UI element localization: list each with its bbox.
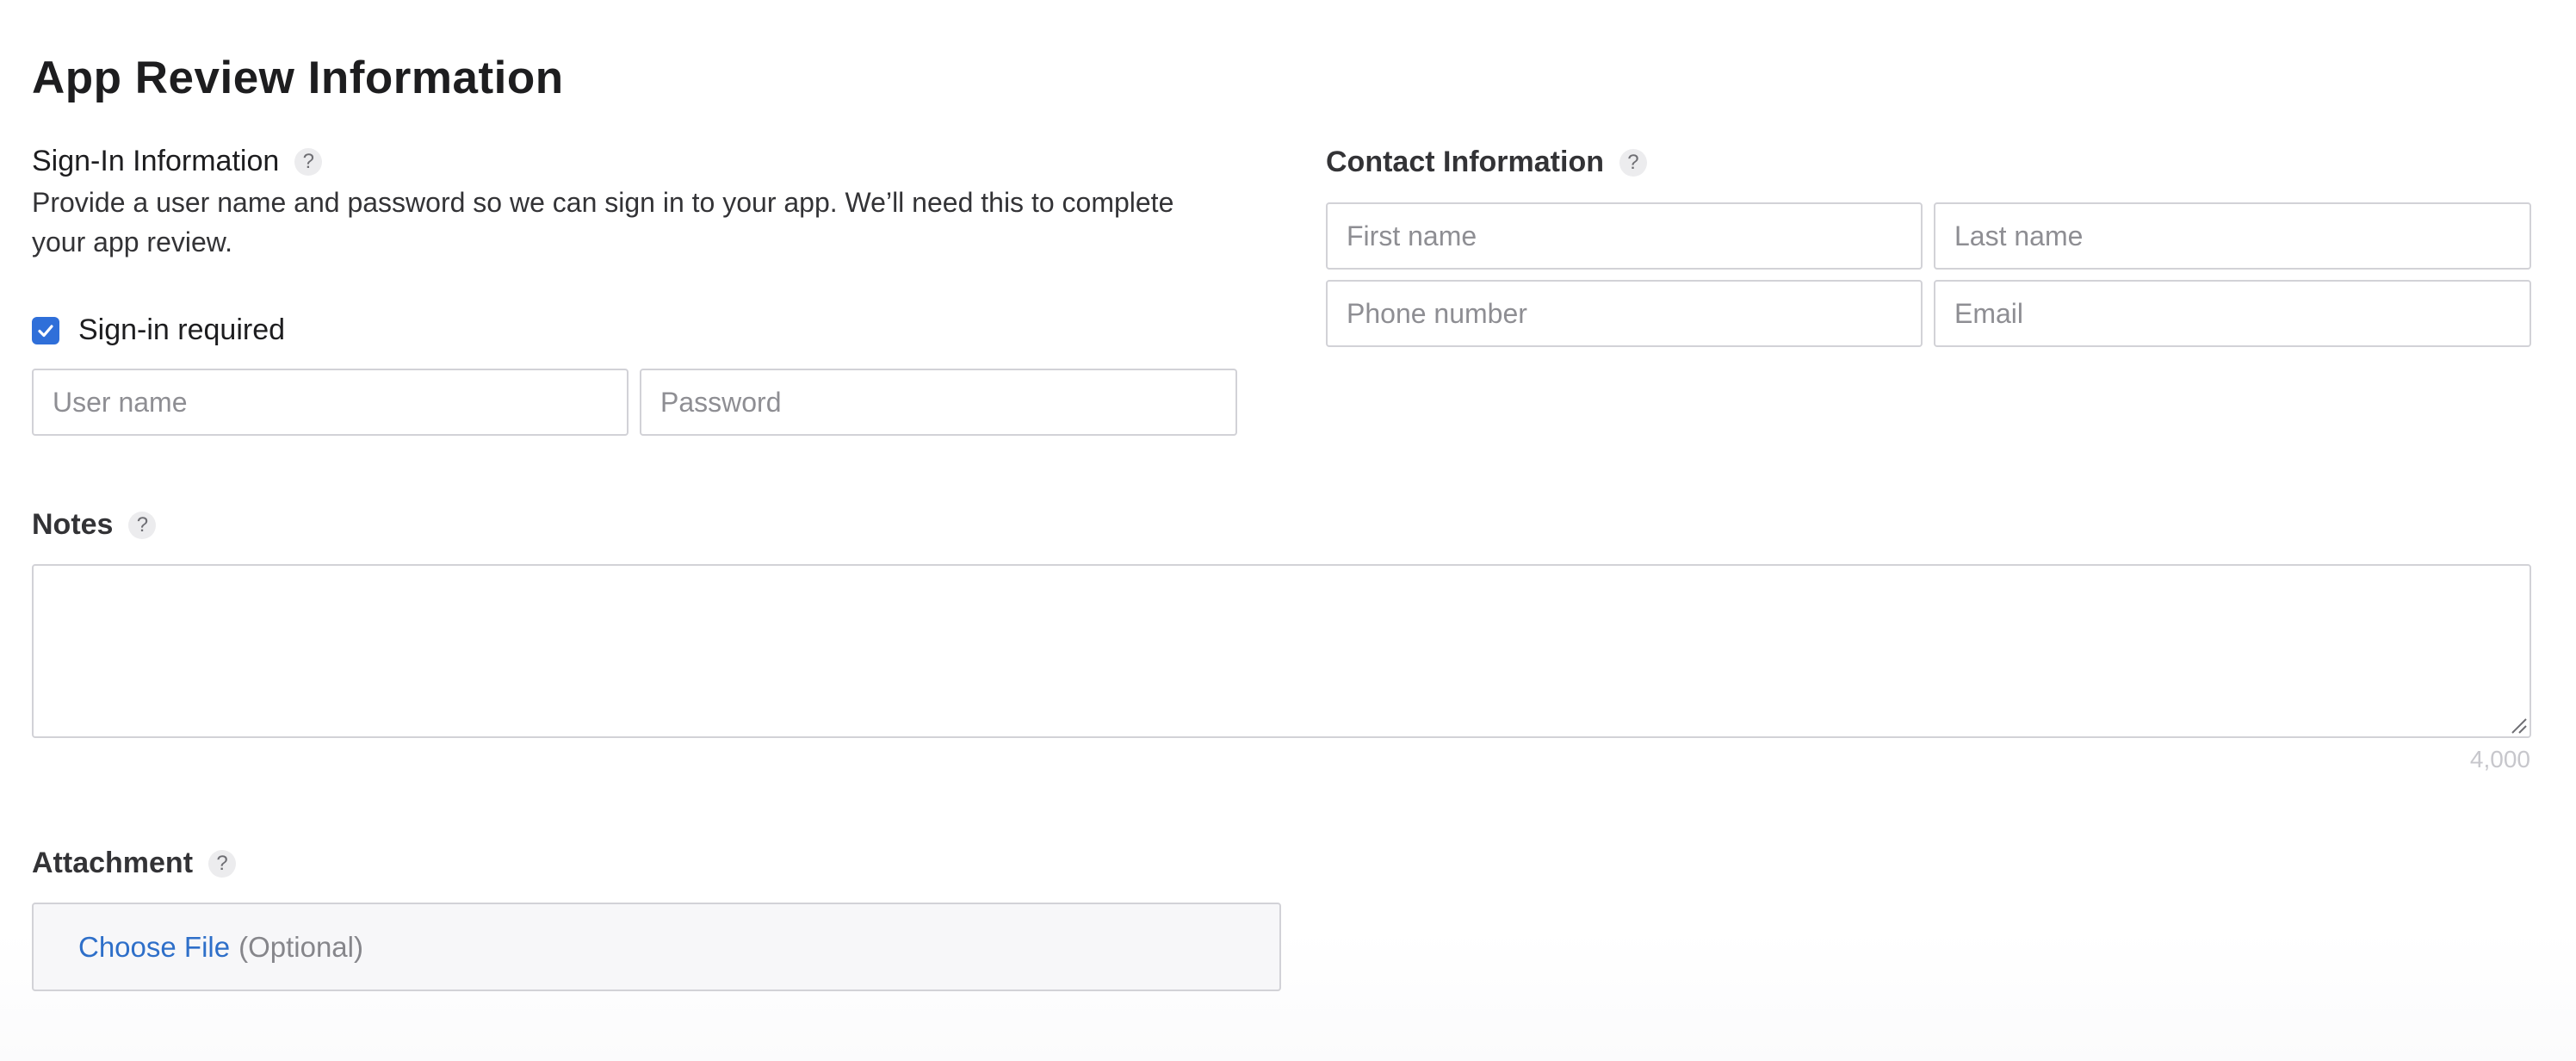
email-input[interactable] <box>1934 280 2531 347</box>
sign-in-heading: Sign-In Information <box>32 145 280 177</box>
sign-in-help-icon[interactable]: ? <box>294 147 323 176</box>
attachment-heading: Attachment <box>32 847 194 879</box>
username-input[interactable] <box>32 369 629 436</box>
notes-textarea[interactable] <box>32 564 2531 738</box>
notes-help-icon[interactable]: ? <box>128 511 157 539</box>
attachment-optional-hint: (Optional) <box>238 930 363 963</box>
sign-in-required-label: Sign-in required <box>78 313 286 346</box>
contact-help-icon[interactable]: ? <box>1619 148 1647 177</box>
phone-number-input[interactable] <box>1326 280 1923 347</box>
password-input[interactable] <box>640 369 1237 436</box>
contact-heading: Contact Information <box>1326 146 1604 178</box>
checkmark-icon <box>38 324 53 337</box>
sign-in-required-checkbox[interactable] <box>32 316 59 344</box>
last-name-input[interactable] <box>1934 202 2531 270</box>
attachment-header: Attachment ? <box>32 847 237 880</box>
resize-grip-icon[interactable] <box>2509 716 2528 735</box>
choose-file-link[interactable]: Choose File <box>78 931 230 964</box>
attachment-help-icon[interactable]: ? <box>208 849 237 878</box>
notes-header: Notes ? <box>32 508 157 542</box>
contact-header: Contact Information ? <box>1326 146 1647 179</box>
sign-in-header: Sign-In Information ? <box>32 145 323 178</box>
first-name-input[interactable] <box>1326 202 1923 270</box>
sign-in-description: Provide a user name and password so we c… <box>32 187 1174 257</box>
notes-char-counter: 4,000 <box>2469 746 2530 772</box>
notes-heading: Notes <box>32 508 114 541</box>
app-review-page: App Review Information Sign-In Informati… <box>0 0 2576 1061</box>
page-title: App Review Information <box>32 53 564 103</box>
attachment-dropzone[interactable]: Choose File (Optional) <box>32 903 1281 991</box>
sign-in-required-row[interactable]: Sign-in required <box>32 313 285 347</box>
